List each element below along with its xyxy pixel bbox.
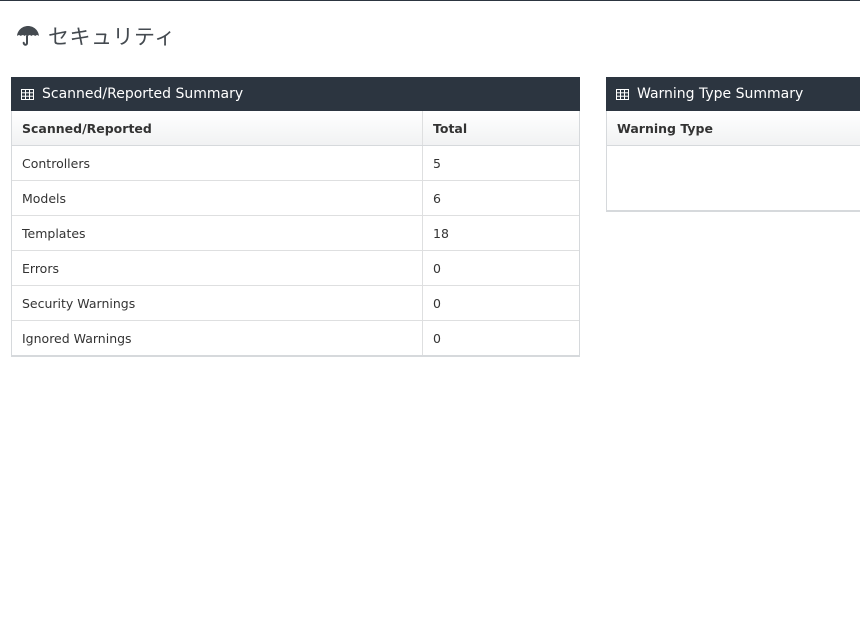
panel-heading: Scanned/Reported Summary <box>11 77 580 111</box>
panel-title: Warning Type Summary <box>637 86 804 102</box>
row-label: Ignored Warnings <box>12 320 423 355</box>
page-title: セキュリティ <box>48 25 176 49</box>
table-row: Security Warnings 0 <box>12 285 579 321</box>
scanned-reported-panel: Scanned/Reported Summary Scanned/Reporte… <box>11 77 580 357</box>
row-total: 0 <box>422 285 579 321</box>
top-rule <box>0 0 860 1</box>
row-total: 18 <box>422 215 579 251</box>
column-header-scanned-reported[interactable]: Scanned/Reported <box>12 111 423 146</box>
panel-title: Scanned/Reported Summary <box>42 86 244 102</box>
table-row: Models 6 <box>12 180 579 216</box>
table-icon <box>21 88 34 100</box>
panel-heading: Warning Type Summary <box>606 77 860 111</box>
page-header: セキュリティ <box>16 22 176 50</box>
table-row: Templates 18 <box>12 215 579 251</box>
row-label: Errors <box>12 250 423 286</box>
umbrella-icon <box>17 26 39 46</box>
row-label: Models <box>12 180 423 216</box>
row-label: Security Warnings <box>12 285 423 321</box>
table-row: Errors 0 <box>12 250 579 286</box>
table-icon <box>616 88 629 100</box>
table-row: Controllers 5 <box>12 145 579 181</box>
summary-table: Scanned/Reported Total Controllers 5 Mod… <box>12 111 579 355</box>
column-header-total[interactable]: Total <box>422 111 579 146</box>
warning-type-table: Warning Type <box>607 111 860 146</box>
row-total: 6 <box>422 180 579 216</box>
empty-table-body <box>607 146 860 210</box>
row-label: Templates <box>12 215 423 251</box>
row-total: 5 <box>422 145 579 181</box>
row-label: Controllers <box>22 155 90 171</box>
table-row: Ignored Warnings 0 <box>12 320 579 355</box>
column-header-warning-type[interactable]: Warning Type <box>607 111 860 146</box>
row-total: 0 <box>422 320 579 355</box>
warning-type-panel: Warning Type Summary Warning Type <box>606 77 860 212</box>
row-total: 0 <box>422 250 579 286</box>
